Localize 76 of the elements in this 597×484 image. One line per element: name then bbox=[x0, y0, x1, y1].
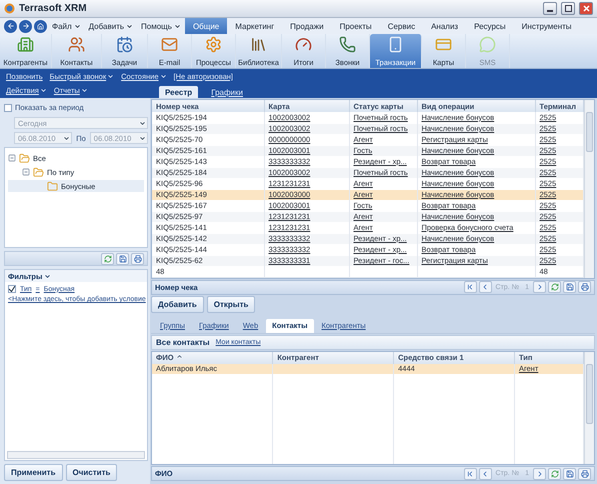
section-tab[interactable]: Проекты bbox=[332, 18, 380, 34]
menu-item[interactable]: Файл bbox=[48, 18, 85, 34]
back-icon bbox=[6, 22, 14, 30]
print-icon bbox=[134, 254, 142, 262]
view-tab[interactable]: Графики bbox=[205, 86, 249, 98]
maximize-icon bbox=[564, 5, 572, 12]
folder-icon bbox=[19, 152, 30, 164]
back-button[interactable] bbox=[4, 20, 17, 32]
refresh-icon bbox=[550, 283, 558, 291]
forward-button[interactable] bbox=[19, 20, 32, 32]
save-button[interactable] bbox=[116, 252, 129, 264]
scrollbar[interactable] bbox=[7, 451, 145, 459]
building-icon bbox=[17, 36, 34, 53]
folder-icon bbox=[33, 166, 44, 178]
menu-item[interactable]: Помощь bbox=[137, 18, 185, 34]
books-icon bbox=[250, 36, 267, 53]
caret-icon bbox=[139, 134, 146, 142]
checkbox[interactable] bbox=[4, 104, 12, 112]
caret-icon bbox=[139, 120, 146, 126]
save-icon bbox=[566, 470, 574, 478]
section-tab[interactable]: Сервис bbox=[380, 18, 424, 34]
print-button[interactable] bbox=[131, 252, 144, 264]
refresh-button[interactable] bbox=[548, 468, 561, 480]
calendar-clock-icon bbox=[116, 36, 133, 53]
home-icon bbox=[37, 22, 44, 30]
first-page-button[interactable] bbox=[464, 281, 477, 293]
gears-icon bbox=[205, 36, 222, 53]
people-icon bbox=[68, 36, 85, 53]
filter-button[interactable]: Очистить bbox=[66, 464, 118, 481]
folder-icon bbox=[47, 180, 58, 192]
contacts-tab[interactable]: Все контакты bbox=[156, 338, 210, 346]
section-tab[interactable]: Маркетинг bbox=[227, 18, 282, 34]
home-button[interactable] bbox=[34, 20, 47, 32]
menu-item[interactable]: Добавить bbox=[84, 18, 138, 34]
print-button[interactable] bbox=[578, 281, 591, 293]
save-icon bbox=[118, 254, 126, 262]
scrollbar[interactable] bbox=[584, 100, 594, 278]
section-tab[interactable]: Продажи bbox=[282, 18, 332, 34]
maximize-button[interactable] bbox=[561, 2, 575, 15]
first-page-icon bbox=[466, 283, 474, 291]
view-tab[interactable]: Реестр bbox=[159, 86, 198, 98]
window-title: Terrasoft XRM bbox=[19, 3, 88, 14]
refresh-button[interactable] bbox=[548, 281, 561, 293]
save-icon bbox=[566, 283, 574, 291]
sms-icon bbox=[479, 36, 496, 53]
close-button[interactable] bbox=[579, 2, 593, 15]
scrollbar[interactable] bbox=[584, 352, 594, 464]
first-page-button[interactable] bbox=[464, 468, 477, 480]
sort-icon bbox=[176, 353, 183, 360]
section-tab[interactable]: Ресурсы bbox=[466, 18, 514, 34]
refresh-button[interactable] bbox=[101, 252, 114, 264]
forward-icon bbox=[22, 22, 30, 30]
section-tab[interactable]: Инструменты bbox=[514, 18, 580, 34]
minimize-button[interactable] bbox=[543, 2, 557, 15]
print-button[interactable] bbox=[578, 468, 591, 480]
caret-icon bbox=[44, 272, 52, 280]
save-button[interactable] bbox=[563, 468, 576, 480]
caret-icon bbox=[63, 134, 70, 142]
print-icon bbox=[580, 283, 588, 291]
grid-button[interactable]: Добавить bbox=[151, 296, 204, 312]
refresh-icon bbox=[104, 254, 112, 262]
grid-button[interactable]: Открыть bbox=[206, 296, 256, 312]
refresh-icon bbox=[550, 470, 558, 478]
save-button[interactable] bbox=[563, 281, 576, 293]
section-tab[interactable]: Анализ bbox=[423, 18, 466, 34]
print-icon bbox=[580, 470, 588, 478]
phone-icon bbox=[339, 36, 356, 53]
filter-button[interactable]: Применить bbox=[4, 464, 63, 481]
close-icon bbox=[582, 5, 590, 12]
section-tab[interactable]: Общие bbox=[184, 18, 228, 34]
checkbox[interactable] bbox=[8, 285, 16, 293]
card-icon bbox=[435, 36, 452, 53]
first-page-icon bbox=[466, 470, 474, 478]
gauge-icon bbox=[295, 36, 312, 53]
mail-icon bbox=[161, 36, 178, 53]
app-logo-icon bbox=[4, 3, 15, 14]
